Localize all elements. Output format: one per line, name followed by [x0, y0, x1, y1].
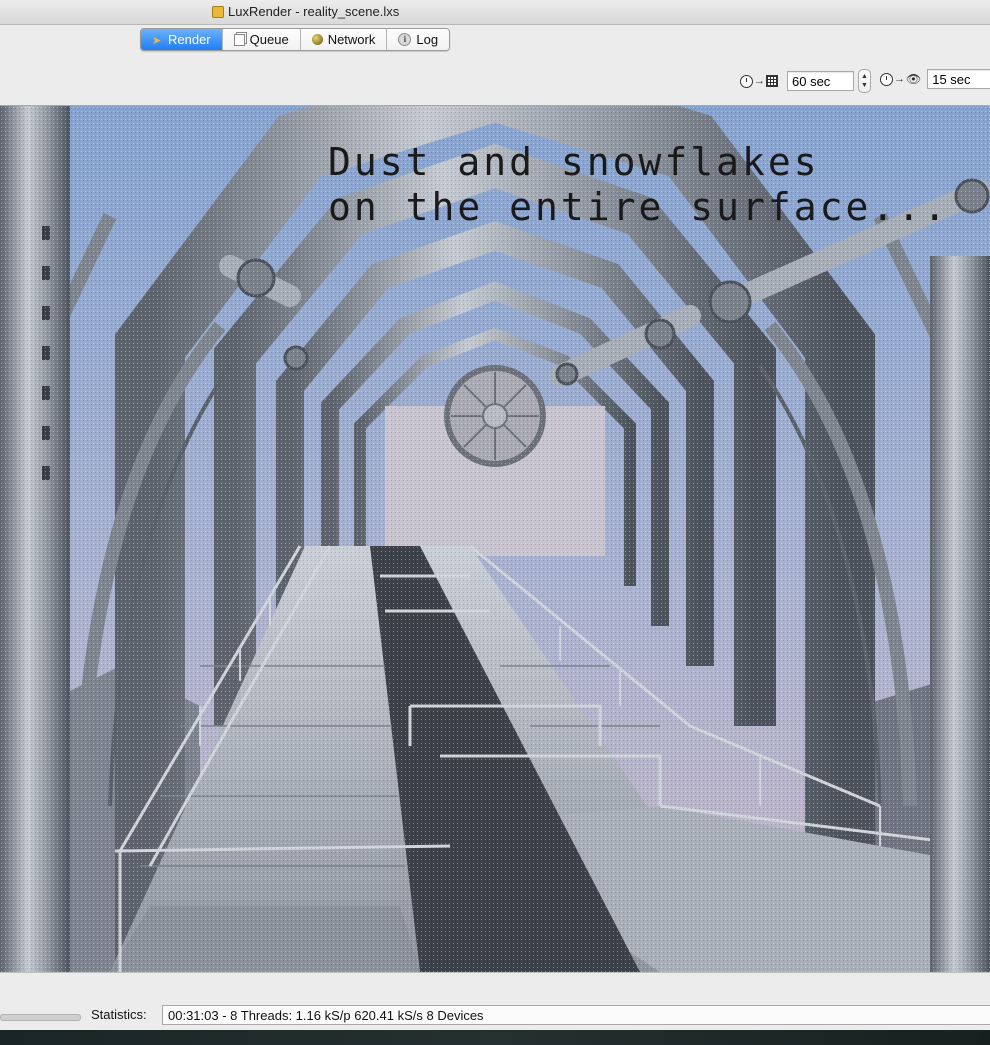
- statistics-label: Statistics:: [91, 1007, 147, 1022]
- halt-time-stepper[interactable]: ▲ ▼: [858, 69, 871, 93]
- window-title: LuxRender - reality_scene.lxs: [212, 4, 399, 19]
- tab-log[interactable]: i Log: [386, 29, 450, 50]
- overlay-line-2: on the entire surface...: [328, 185, 950, 229]
- refresh-time-group: → 👁: [880, 69, 990, 89]
- render-overlay-text: Dust and snowflakes on the entire surfac…: [328, 140, 949, 230]
- refresh-time-input[interactable]: [927, 69, 990, 89]
- statistics-field: 00:31:03 - 8 Threads: 1.16 kS/p 620.41 k…: [162, 1005, 990, 1025]
- tab-log-label: Log: [416, 32, 439, 47]
- tab-render[interactable]: ➤ Render: [141, 29, 222, 50]
- tab-render-label: Render: [168, 32, 211, 47]
- status-bar: Statistics: 00:31:03 - 8 Threads: 1.16 k…: [0, 972, 990, 1031]
- toolbar: ➤ Render Queue Network i Log → ▲▼ → 👁: [0, 25, 990, 106]
- window-titlebar: LuxRender - reality_scene.lxs: [0, 0, 990, 25]
- render-image: [0, 106, 990, 972]
- tab-network[interactable]: Network: [299, 29, 387, 50]
- tab-queue[interactable]: Queue: [221, 29, 300, 50]
- render-progress-bar: [0, 1014, 81, 1021]
- document-icon: [212, 5, 224, 18]
- clock-icon: [740, 74, 753, 88]
- queue-icon: [233, 33, 245, 46]
- arrow-right-icon: →: [754, 75, 765, 87]
- halt-time-group: → ▲▼: [740, 69, 871, 93]
- arrow-right-icon: →: [894, 73, 905, 85]
- eye-icon: 👁: [906, 72, 922, 86]
- overlay-line-1: Dust and snowflakes: [328, 140, 820, 184]
- network-globe-icon: [311, 34, 323, 45]
- desktop-background: [0, 1030, 990, 1045]
- tab-network-label: Network: [327, 32, 376, 47]
- render-viewport[interactable]: Dust and snowflakes on the entire surfac…: [0, 106, 990, 972]
- window-title-text: LuxRender - reality_scene.lxs: [228, 4, 400, 19]
- halt-time-input[interactable]: [787, 71, 854, 91]
- tab-queue-label: Queue: [249, 32, 289, 47]
- render-arrow-icon: ➤: [152, 35, 162, 47]
- clock-icon: [880, 72, 893, 86]
- log-info-icon: i: [398, 33, 412, 46]
- halt-grid-icon: [766, 75, 778, 87]
- main-tabs: ➤ Render Queue Network i Log: [140, 28, 451, 51]
